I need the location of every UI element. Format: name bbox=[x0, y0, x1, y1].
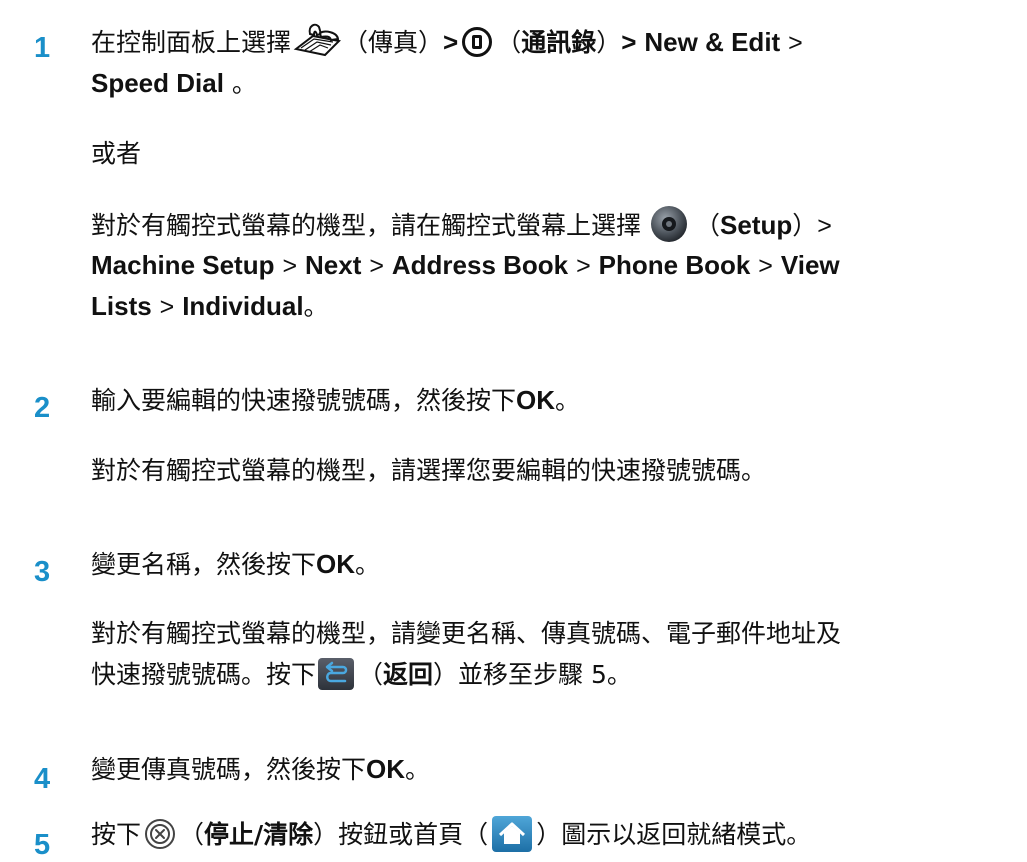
step-text: ）圖示以返回就緒模式。 bbox=[536, 820, 812, 849]
paren: （ bbox=[358, 660, 384, 689]
step-number: 5 bbox=[34, 829, 51, 861]
home-icon bbox=[492, 816, 533, 852]
ok-button-label: OK bbox=[316, 549, 356, 579]
step-1-touch-line-3: Lists > Individual。 bbox=[91, 289, 329, 324]
step-1-line-1: 在控制面板上選擇 （傳真）> （通訊錄）> New & Edit > bbox=[91, 22, 803, 60]
menu-setup: Setup bbox=[720, 210, 793, 240]
step-3-line-1: 變更名稱，然後按下OK。 bbox=[91, 547, 380, 582]
period: 。 bbox=[405, 755, 431, 784]
address-book-label: 通訊錄 bbox=[521, 28, 597, 57]
separator: > bbox=[443, 27, 459, 57]
step-3-touch-line-1: 對於有觸控式螢幕的機型，請變更名稱、傳真號碼、電子郵件地址及 bbox=[91, 619, 842, 648]
step-number: 3 bbox=[34, 556, 51, 588]
separator: > bbox=[159, 293, 175, 321]
menu-individual: Individual bbox=[182, 291, 304, 321]
period: 。 bbox=[231, 69, 257, 98]
step-text: 按下 bbox=[91, 820, 142, 849]
alternative-label: 或者 bbox=[91, 139, 142, 168]
paren: （ bbox=[695, 211, 721, 240]
step-text: ）並移至步驟 5。 bbox=[433, 660, 632, 689]
paren: （ bbox=[496, 28, 522, 57]
period: 。 bbox=[303, 292, 329, 321]
fax-label: （傳真） bbox=[343, 28, 444, 57]
paren: ） bbox=[596, 28, 622, 57]
step-text: 輸入要編輯的快速撥號號碼，然後按下 bbox=[91, 386, 517, 415]
step-1-touch-line-1: 對於有觸控式螢幕的機型，請在觸控式螢幕上選擇 （Setup）> bbox=[91, 206, 832, 244]
menu-address-book: Address Book bbox=[391, 250, 569, 280]
step-text: 在控制面板上選擇 bbox=[91, 28, 292, 57]
stop-clear-icon bbox=[145, 819, 176, 849]
menu-next: Next bbox=[305, 250, 362, 280]
back-icon bbox=[318, 658, 355, 690]
ok-button-label: OK bbox=[366, 754, 406, 784]
step-text: 對於有觸控式螢幕的機型，請在觸控式螢幕上選擇 bbox=[91, 211, 642, 240]
address-book-icon bbox=[462, 27, 493, 57]
step-1-line-2: Speed Dial 。 bbox=[91, 66, 257, 101]
menu-lists: Lists bbox=[91, 291, 152, 321]
menu-speed-dial: Speed Dial bbox=[91, 68, 224, 98]
separator: > bbox=[788, 29, 803, 57]
step-text: 變更傳真號碼，然後按下 bbox=[91, 755, 367, 784]
step-2-touch-line: 對於有觸控式螢幕的機型，請選擇您要編輯的快速撥號號碼。 bbox=[91, 456, 767, 485]
ok-button-label: OK bbox=[516, 385, 556, 415]
step-text: ）按鈕或首頁（ bbox=[313, 820, 489, 849]
period: 。 bbox=[355, 550, 381, 579]
step-number: 1 bbox=[34, 32, 51, 64]
step-text: 快速撥號號碼。按下 bbox=[91, 660, 317, 689]
separator: > bbox=[576, 252, 591, 280]
step-2-line-1: 輸入要編輯的快速撥號號碼，然後按下OK。 bbox=[91, 383, 580, 418]
back-label: 返回 bbox=[383, 660, 434, 689]
period: 。 bbox=[555, 386, 581, 415]
step-5-line-1: 按下 （停止/清除）按鈕或首頁（ ）圖示以返回就緒模式。 bbox=[91, 816, 812, 852]
menu-view: View bbox=[780, 250, 840, 280]
paren: ） bbox=[792, 211, 818, 240]
step-number: 4 bbox=[34, 763, 51, 795]
setup-icon bbox=[649, 204, 689, 244]
menu-new-edit: New & Edit bbox=[644, 27, 781, 57]
step-1-touch-line-2: Machine Setup > Next > Address Book > Ph… bbox=[91, 248, 840, 283]
fax-icon bbox=[293, 22, 342, 60]
stop-clear-label: 停止/清除 bbox=[204, 820, 314, 849]
separator: > bbox=[817, 212, 832, 240]
step-3-touch-line-2: 快速撥號號碼。按下 （返回）並移至步驟 5。 bbox=[91, 658, 632, 692]
paren: （ bbox=[179, 820, 205, 849]
separator: > bbox=[621, 27, 637, 57]
step-4-line-1: 變更傳真號碼，然後按下OK。 bbox=[91, 752, 430, 787]
separator: > bbox=[282, 252, 298, 280]
menu-machine-setup: Machine Setup bbox=[91, 250, 275, 280]
separator: > bbox=[369, 252, 384, 280]
menu-phone-book: Phone Book bbox=[598, 250, 751, 280]
step-text: 變更名稱，然後按下 bbox=[91, 550, 317, 579]
separator: > bbox=[758, 252, 773, 280]
step-number: 2 bbox=[34, 392, 51, 424]
